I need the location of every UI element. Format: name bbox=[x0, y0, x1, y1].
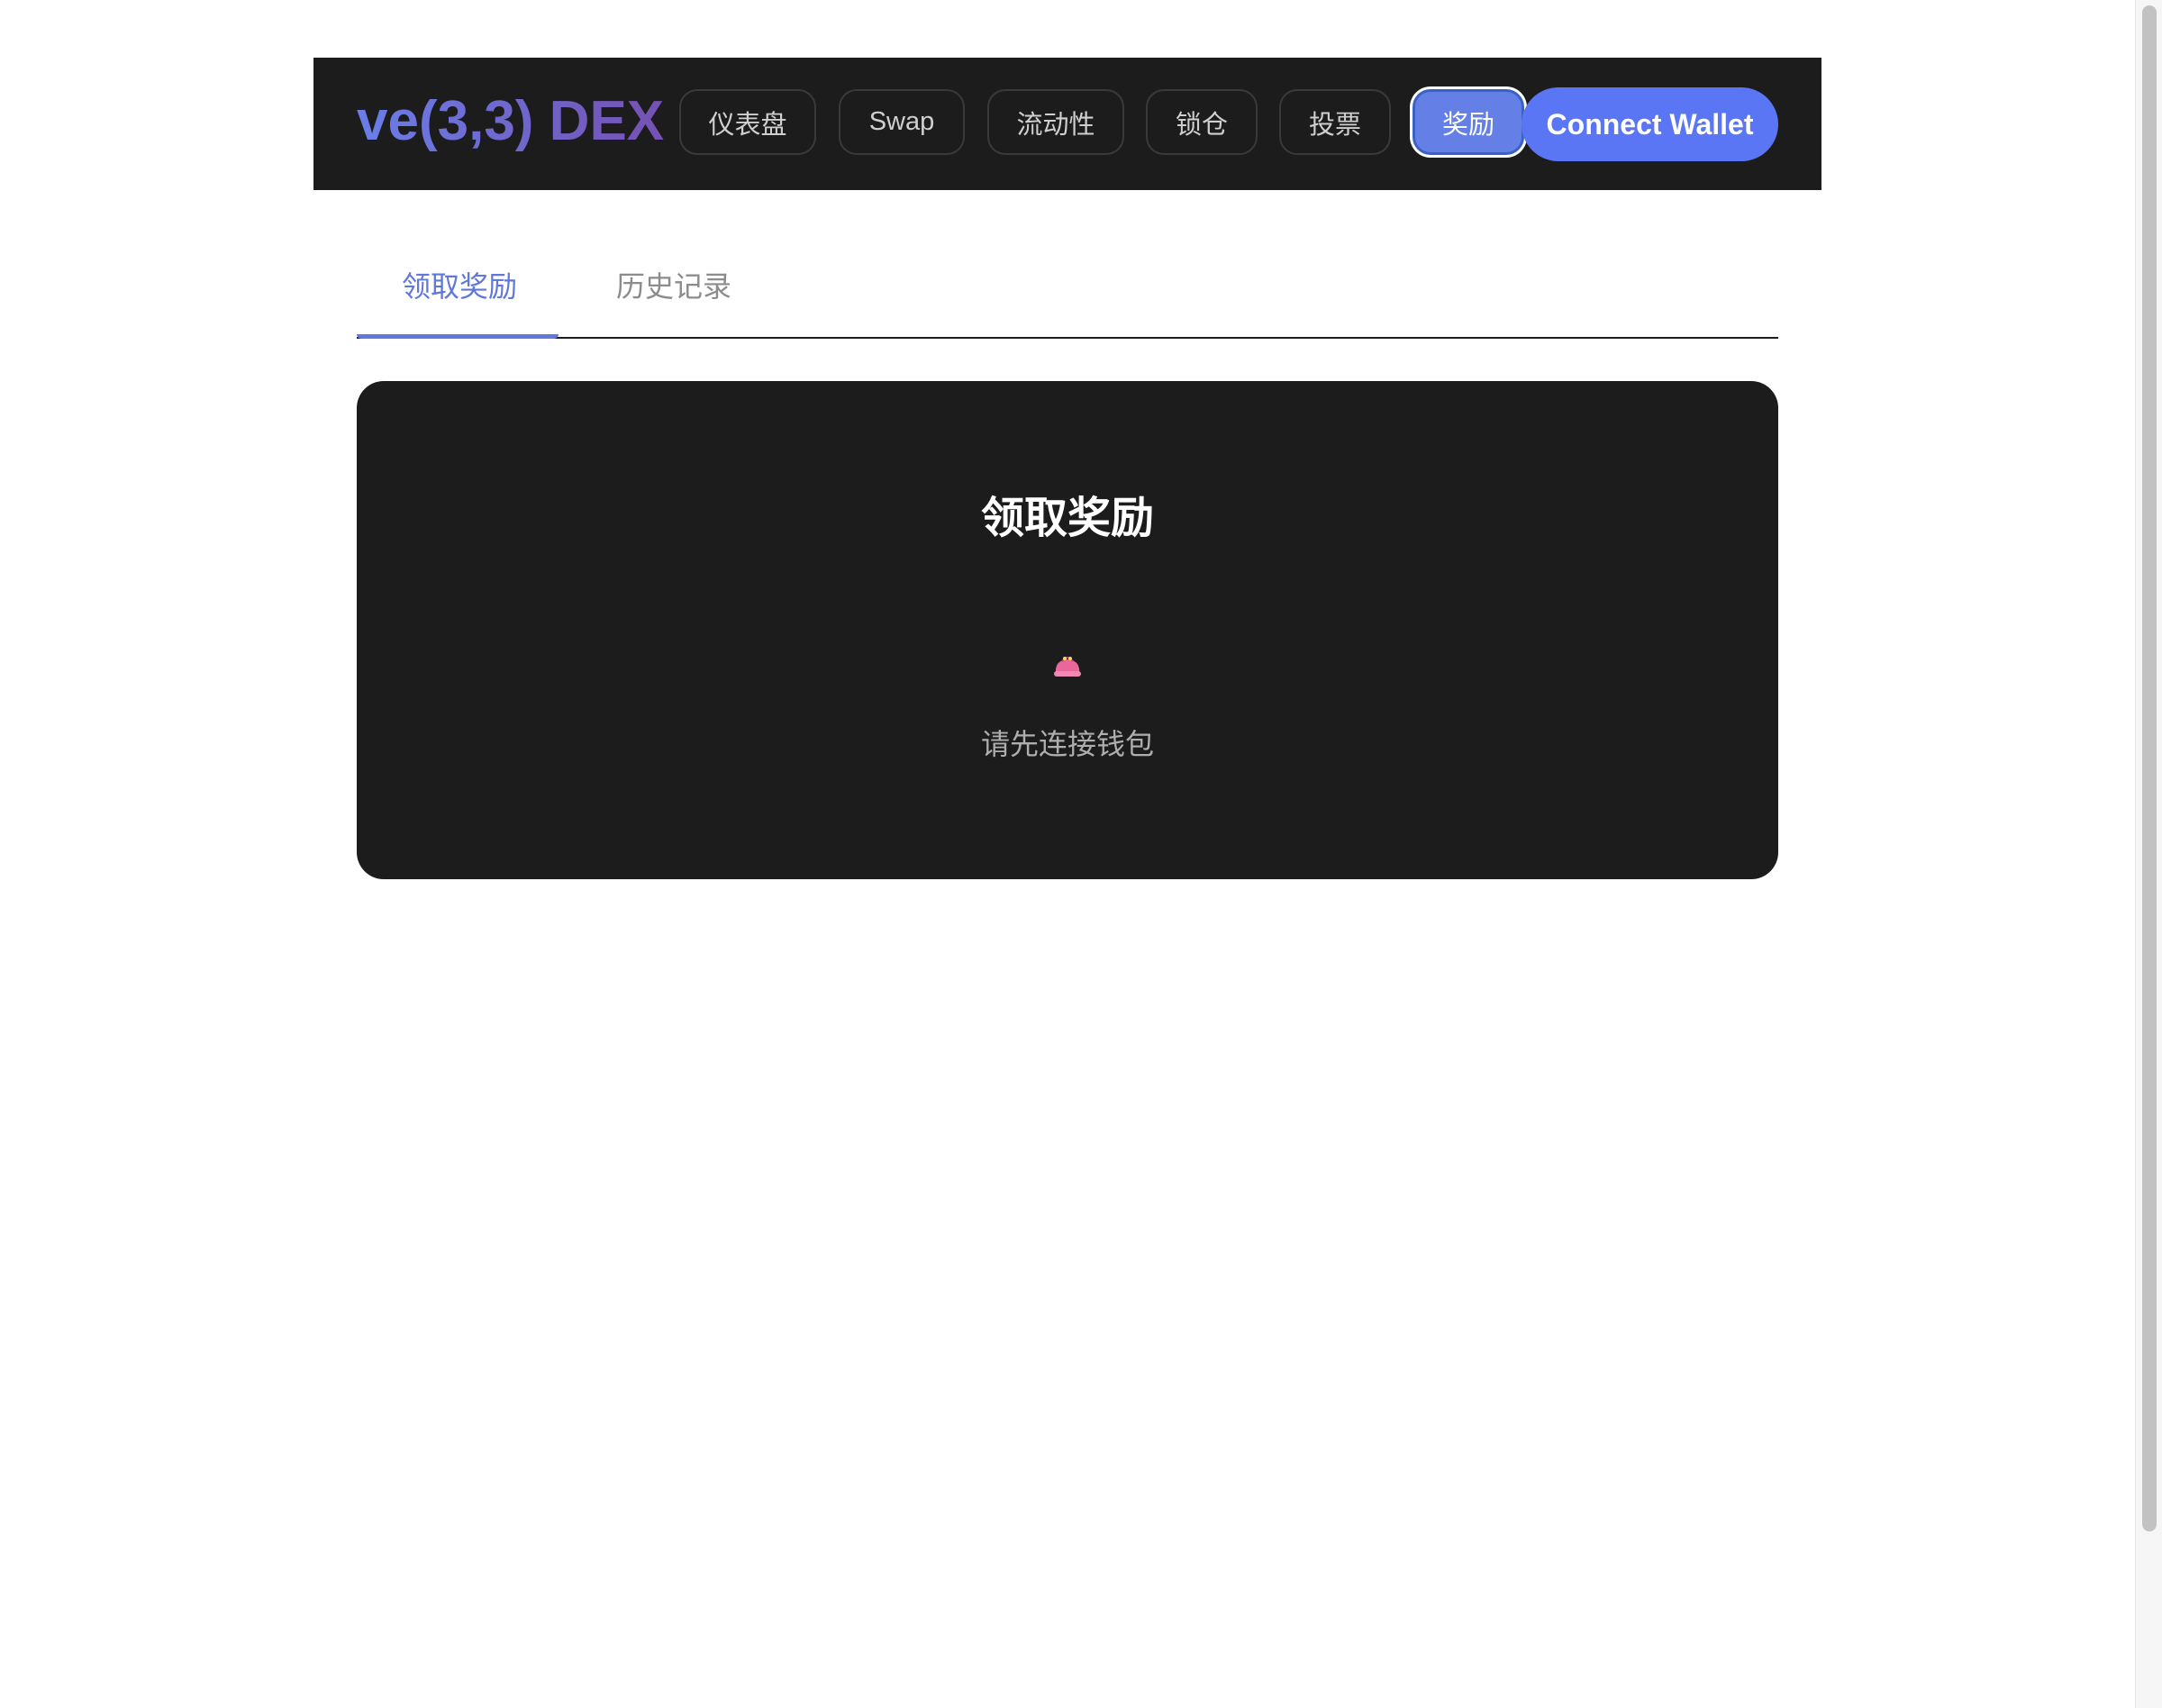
app: ve(3,3) DEX 仪表盘 Swap 流动性 锁仓 投票 奖励 Connec… bbox=[0, 0, 2162, 1708]
nav-liquidity[interactable]: 流动性 bbox=[987, 89, 1124, 155]
rewards-card: 领取奖励 请先连接钱包 bbox=[357, 381, 1778, 879]
connect-wallet-button[interactable]: Connect Wallet bbox=[1522, 87, 1778, 161]
connect-wallet-prompt: 请先连接钱包 bbox=[980, 728, 1154, 760]
tab-history[interactable]: 历史记录 bbox=[616, 264, 731, 305]
card-title: 领取奖励 bbox=[980, 495, 1154, 542]
scrollbar-thumb[interactable] bbox=[2142, 5, 2157, 1531]
nav-dashboard[interactable]: 仪表盘 bbox=[679, 89, 816, 155]
tab-claim-rewards[interactable]: 领取奖励 bbox=[402, 264, 517, 305]
rewards-tabs: 领取奖励 历史记录 bbox=[357, 241, 1778, 339]
app-logo[interactable]: ve(3,3) DEX bbox=[357, 88, 664, 155]
nav-vote[interactable]: 投票 bbox=[1279, 89, 1391, 155]
active-tab-indicator bbox=[357, 334, 559, 339]
nav-rewards[interactable]: 奖励 bbox=[1413, 89, 1524, 155]
top-nav-bar: ve(3,3) DEX 仪表盘 Swap 流动性 锁仓 投票 奖励 Connec… bbox=[313, 58, 1821, 190]
nav-lock[interactable]: 锁仓 bbox=[1146, 89, 1258, 155]
purse-icon bbox=[1054, 657, 1081, 677]
nav-swap[interactable]: Swap bbox=[839, 89, 965, 155]
